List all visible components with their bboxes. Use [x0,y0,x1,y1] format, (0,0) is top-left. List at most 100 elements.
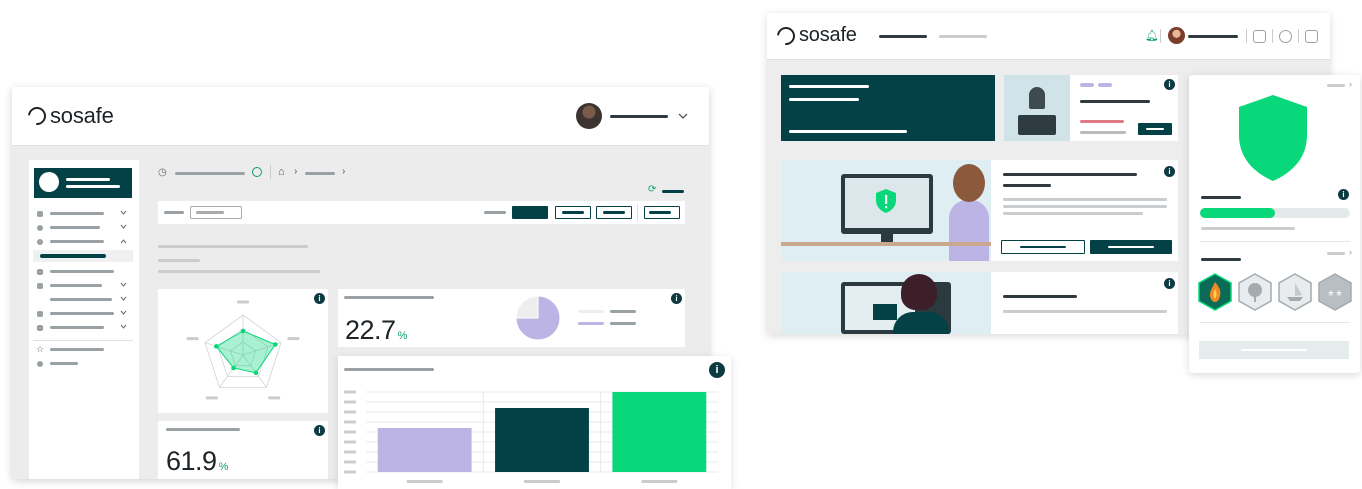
info-icon[interactable]: i [1338,189,1349,200]
legend-label [610,310,636,313]
course-card[interactable]: i [781,272,1178,334]
logo[interactable]: sosafe [773,22,857,49]
clock-icon: ◷ [158,167,167,178]
sidebar-item-history[interactable] [37,236,129,246]
thumbs-up-icon[interactable] [1253,30,1266,43]
welcome-card[interactable] [781,75,995,141]
legend-swatch [578,310,604,313]
divider [1272,29,1273,43]
sidebar-item-users[interactable] [37,280,129,290]
start-button[interactable] [1138,123,1172,135]
info-icon[interactable] [252,167,262,177]
sidebar-item-help[interactable] [37,358,129,368]
pie-slice [515,295,539,319]
y-tick-label [344,460,356,464]
kpi-title [344,296,434,299]
info-icon[interactable]: i [1164,79,1175,90]
divider [1200,322,1350,323]
range-dropdown[interactable] [644,206,680,219]
gear-icon [37,225,43,231]
sidebar-item-favorites[interactable]: ☆ [36,344,129,354]
info-icon[interactable]: i [709,362,725,378]
panel-link[interactable] [1327,252,1345,255]
range-button[interactable] [596,206,632,219]
course-card[interactable]: i [1004,75,1178,141]
section-title [1201,258,1241,261]
clock-icon [37,239,43,245]
sidebar-subitem-active[interactable] [33,250,133,262]
security-status-panel: › i › ★★ [1189,75,1360,373]
course-title [1003,173,1137,176]
bar [495,408,589,472]
user-name[interactable] [1188,35,1238,38]
chevron-up-icon [120,239,127,244]
range-button-active[interactable] [512,206,548,219]
chevron-down-icon [120,296,127,301]
progress-fill [1200,208,1275,218]
featured-course-card[interactable]: i [781,160,1178,261]
x-tick-label [406,480,443,483]
divider [1298,29,1299,43]
filter-select[interactable] [190,206,242,219]
user-name[interactable] [610,115,668,118]
chevron-right-icon[interactable]: › [1349,247,1352,257]
sidebar-account-card[interactable] [34,168,132,198]
info-icon[interactable]: i [1164,166,1175,177]
tree-badge-icon[interactable] [1238,273,1272,311]
nav-tab[interactable] [939,35,987,38]
kpi-value: 61.9% [166,446,228,476]
divider [270,165,271,179]
chevron-right-icon[interactable]: › [1349,79,1352,89]
sidebar-item-mail[interactable] [37,322,129,332]
refresh-label[interactable] [662,190,684,193]
legend-label [610,322,636,325]
panel-link[interactable] [1327,84,1345,87]
course-title [1080,100,1150,103]
range-button[interactable] [555,206,591,219]
section-title [1201,196,1241,199]
sidebar-item-documents[interactable] [37,208,129,218]
chevron-down-icon[interactable] [678,112,688,120]
info-icon[interactable]: i [314,425,325,436]
y-tick-label [344,450,356,454]
info-icon[interactable]: i [671,293,682,304]
layers-icon [37,311,43,317]
avatar[interactable] [576,103,602,129]
kpi-card: i 61.9% [158,421,328,479]
logo[interactable]: sosafe [24,103,114,129]
logo-text: sosafe [799,24,857,46]
help-icon[interactable] [1279,30,1292,43]
info-icon[interactable]: i [1164,278,1175,289]
logo-text: sosafe [50,103,114,128]
range-label [484,211,506,214]
stars-badge-icon[interactable]: ★★ [1318,273,1352,311]
home-icon[interactable]: ⌂ [278,166,285,178]
course-illustration [781,272,991,334]
radar-axis-label [186,337,199,341]
sidebar-item-groups[interactable] [37,294,129,304]
breadcrumb-item[interactable] [305,172,335,175]
shield-icon [876,189,896,213]
primary-button[interactable] [1090,240,1172,254]
fire-badge-icon[interactable] [1198,273,1232,311]
sidebar-item-settings[interactable] [37,222,129,232]
chevron-down-icon [120,282,127,287]
app-header: sosafe [12,87,709,146]
refresh-icon[interactable]: ⟳ [648,184,656,195]
sidebar-item-layers[interactable] [37,308,129,318]
secondary-button[interactable] [1001,240,1085,254]
avatar[interactable] [1168,27,1185,44]
logout-icon[interactable] [1305,30,1318,43]
divider [1246,29,1247,43]
y-tick-label [344,420,356,424]
panel-button[interactable] [1199,341,1349,359]
bell-icon[interactable]: 🔔︎ [1145,29,1159,42]
help-icon [37,361,43,367]
boat-badge-icon[interactable] [1278,273,1312,311]
radar-axis-label [205,396,218,400]
sidebar-item-launch[interactable] [37,266,129,276]
radar-point [273,342,278,347]
y-tick-label [344,430,356,434]
nav-tab-active[interactable] [879,35,927,38]
users-icon [37,283,43,289]
